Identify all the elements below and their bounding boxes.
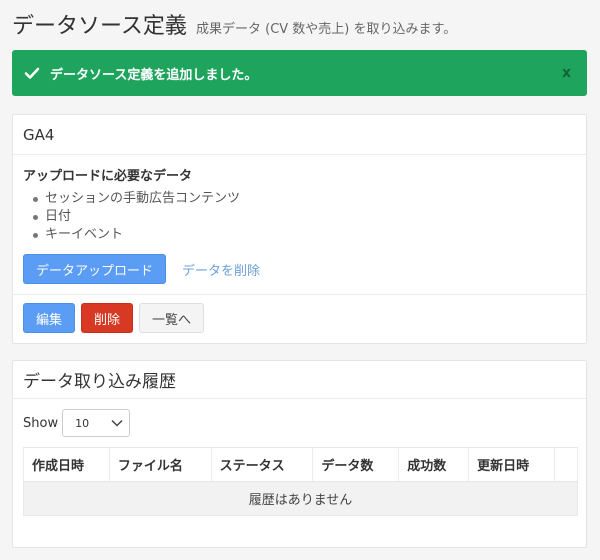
table-row: 履歴はありません <box>23 481 578 516</box>
upload-actions: データアップロード データを削除 <box>23 254 576 284</box>
delete-data-link[interactable]: データを削除 <box>182 260 260 279</box>
required-data-list: セッションの手動広告コンテンツ 日付 キーイベント <box>23 190 576 244</box>
required-data-title: アップロードに必要なデータ <box>23 169 193 184</box>
edit-button[interactable]: 編集 <box>23 303 76 333</box>
column-header[interactable]: ステータス <box>211 447 314 482</box>
page-header: データソース定義 成果データ (CV 数や売上) を取り込みます。 <box>12 8 592 42</box>
alert-message: データソース定義を追加しました。 <box>50 67 258 83</box>
page-title: データソース定義 <box>12 14 187 39</box>
column-header[interactable]: データ数 <box>312 447 400 482</box>
ga4-panel-body: アップロードに必要なデータ セッションの手動広告コンテンツ 日付 キーイベント … <box>13 155 586 295</box>
check-icon <box>24 65 40 81</box>
history-panel: データ取り込み履歴 Show 10 作成日時 ファイル名 ステータス データ数 … <box>12 360 587 548</box>
history-table: 作成日時 ファイル名 ステータス データ数 成功数 更新日時 履歴はありません <box>23 447 579 516</box>
column-header[interactable]: 更新日時 <box>468 447 555 482</box>
ga4-panel-title: GA4 <box>13 115 586 155</box>
list-item: 日付 <box>33 208 576 226</box>
column-header[interactable]: 成功数 <box>398 447 470 482</box>
column-header <box>554 447 579 482</box>
page-size-value: 10 <box>75 416 90 430</box>
ga4-panel-footer: 編集 削除 一覧へ <box>13 295 586 341</box>
column-header[interactable]: 作成日時 <box>23 447 110 482</box>
empty-message: 履歴はありません <box>23 481 578 516</box>
table-header-row: 作成日時 ファイル名 ステータス データ数 成功数 更新日時 <box>23 447 579 482</box>
page-subtitle: 成果データ (CV 数や売上) を取り込みます。 <box>196 22 457 37</box>
chevron-down-icon <box>111 419 123 427</box>
ga4-panel: GA4 アップロードに必要なデータ セッションの手動広告コンテンツ 日付 キーイ… <box>12 114 587 344</box>
data-upload-button[interactable]: データアップロード <box>23 254 167 284</box>
success-alert: データソース定義を追加しました。 x <box>12 50 587 96</box>
page-size-control: Show 10 <box>13 409 586 437</box>
page-size-select[interactable]: 10 <box>62 409 131 437</box>
list-item: セッションの手動広告コンテンツ <box>33 190 576 208</box>
history-panel-title: データ取り込み履歴 <box>13 361 586 399</box>
delete-button[interactable]: 削除 <box>81 303 134 333</box>
back-to-list-button[interactable]: 一覧へ <box>139 303 205 333</box>
column-header[interactable]: ファイル名 <box>109 447 212 482</box>
alert-close-button[interactable]: x <box>558 65 575 81</box>
show-label: Show <box>23 415 59 431</box>
list-item: キーイベント <box>33 226 576 244</box>
